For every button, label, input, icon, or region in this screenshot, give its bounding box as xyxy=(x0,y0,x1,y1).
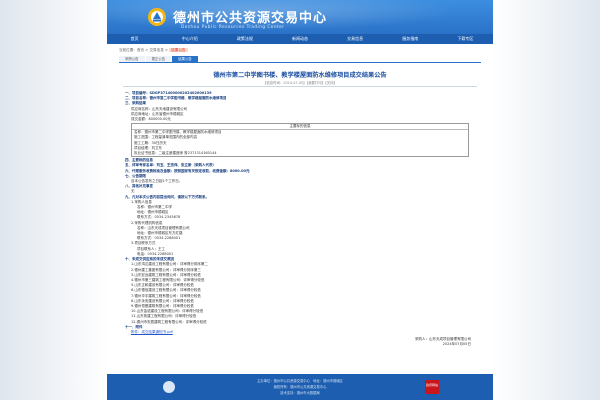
article-body: 一、项目编号：SDGP371400000202402000139 二、项目名称：德… xyxy=(125,91,475,335)
page-container: 德州市公共资源交易中心 Dezhou Public Resources Trad… xyxy=(107,0,493,400)
tab-result-notice[interactable]: 结果公告 xyxy=(172,56,198,62)
main-nav: 首页 中心介绍 政策法规 新闻动态 交易信息 服务指南 下载专区 xyxy=(107,34,493,44)
attachment-link[interactable]: 附件：成交结果通知书.pdf xyxy=(125,330,475,335)
nav-item-guide[interactable]: 服务指南 xyxy=(383,34,438,44)
target-info-row: 执业证书信息：二级注册建造师 鲁2371314160144 xyxy=(134,151,217,156)
category-tabs: 采购公告 更正公告 结果公告 xyxy=(119,56,481,63)
article-title: 德州市第二中学图书楼、教学楼屋面防水维修项目成交结果公告 xyxy=(213,72,387,79)
nav-item-news[interactable]: 新闻动态 xyxy=(272,34,327,44)
site-logo-icon xyxy=(148,8,166,26)
breadcrumb: 当前位置：首页 > 交易信息 > 结果公告 xyxy=(119,48,188,53)
nav-item-download[interactable]: 下载专区 xyxy=(438,34,493,44)
tab-procurement-notice[interactable]: 采购公告 xyxy=(119,56,145,62)
nav-item-trading[interactable]: 交易信息 xyxy=(328,34,383,44)
article-section-1: 一、项目编号：SDGP371400000202402000139 二、项目名称：德… xyxy=(125,91,475,122)
site-header: 德州市公共资源交易中心 Dezhou Public Resources Trad… xyxy=(107,0,493,34)
signature-block: 采购人：山东天成项目管理有限公司 2024年07月05日 xyxy=(415,337,471,348)
site-footer: 主办单位：德州市公共资源交易中心 地址：德州市德城区 版权所有：德州市公共资源交… xyxy=(107,374,493,400)
site-subtitle: Dezhou Public Resources Trading Center xyxy=(181,24,285,29)
body-line: 成交金额：800000.00元 xyxy=(131,117,171,122)
breadcrumb-current: 结果公告 xyxy=(169,48,188,52)
signature-date: 2024年07月05日 xyxy=(442,342,471,347)
target-info-table: 主要标的信息 名称：德州市第二中学图书楼、教学楼屋面防水维修项目 施工范围：工程量… xyxy=(131,123,469,158)
breadcrumb-prefix[interactable]: 当前位置：首页 > 交易信息 > xyxy=(119,48,168,52)
divider xyxy=(123,86,477,87)
nav-item-about[interactable]: 中心介绍 xyxy=(162,34,217,44)
nav-item-policy[interactable]: 政策法规 xyxy=(217,34,272,44)
tab-correction-notice[interactable]: 更正公告 xyxy=(145,56,172,62)
gov-site-badge-icon[interactable]: 政府网站 xyxy=(425,380,439,394)
article-meta: 【信息时间：2024-07-05】【我要打印】【关闭】 xyxy=(263,81,337,85)
gov-site-badge-label: 政府网站 xyxy=(425,383,438,387)
nav-item-home[interactable]: 首页 xyxy=(107,34,162,44)
article-section-2: 四、主要标的信息 五、评审专家名单：刘玉、王志伟、张立新（采购人代表） 六、代理服务… xyxy=(125,158,475,335)
